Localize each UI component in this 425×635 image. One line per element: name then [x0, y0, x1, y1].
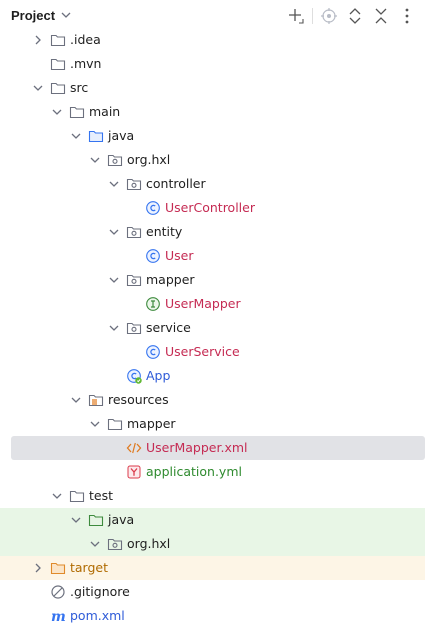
package-icon	[126, 178, 142, 191]
chevron-down-icon[interactable]	[51, 105, 63, 119]
tree-node-label: java	[108, 128, 135, 143]
folder-icon	[69, 490, 85, 503]
maven-icon: m	[51, 609, 66, 625]
folder-icon	[50, 82, 66, 95]
tree-node-application-yml[interactable]: application.yml	[0, 460, 425, 484]
add-icon[interactable]	[286, 6, 306, 26]
tree-node-src[interactable]: src	[0, 76, 425, 100]
toolbar-separator	[312, 8, 313, 24]
tree-node-mapper[interactable]: mapper	[0, 412, 425, 436]
tree-node-mvn[interactable]: .mvn	[0, 52, 425, 76]
tree-node-label: App	[146, 368, 171, 383]
collapse-all-icon[interactable]	[371, 6, 391, 26]
package-icon	[107, 154, 123, 167]
tree-node-target[interactable]: target	[0, 556, 425, 580]
class-icon	[146, 345, 160, 359]
source-folder-icon	[88, 130, 104, 143]
tree-node-label: .mvn	[70, 56, 102, 71]
tree-node-label: pom.xml	[70, 608, 125, 623]
tree-node-label: User	[165, 248, 194, 263]
tree-node-label: service	[146, 320, 191, 335]
tree-node-usermapper-xml[interactable]: UserMapper.xml	[11, 436, 425, 460]
tree-node-label: org.hxl	[127, 152, 171, 167]
more-options-icon[interactable]	[397, 6, 417, 26]
chevron-down-icon[interactable]	[108, 177, 120, 191]
tree-node-label: entity	[146, 224, 183, 239]
test-folder-icon	[88, 514, 104, 527]
tree-node-label: application.yml	[146, 464, 242, 479]
panel-title[interactable]: Project	[11, 8, 55, 23]
expand-all-icon[interactable]	[345, 6, 365, 26]
chevron-down-icon[interactable]	[108, 225, 120, 239]
tree-node-entity[interactable]: entity	[0, 220, 425, 244]
excluded-folder-icon	[50, 562, 66, 575]
chevron-down-icon[interactable]	[70, 513, 82, 527]
tree-node-label: java	[108, 512, 135, 527]
package-icon	[126, 274, 142, 287]
tree-node-service[interactable]: service	[0, 316, 425, 340]
tree-node-user[interactable]: User	[0, 244, 425, 268]
chevron-down-icon[interactable]	[108, 321, 120, 335]
tree-node-label: org.hxl	[127, 536, 171, 551]
tree-node-pom-xml[interactable]: m pom.xml	[0, 604, 425, 628]
tree-node-test[interactable]: test	[0, 484, 425, 508]
ignore-file-icon	[51, 585, 65, 599]
folder-icon	[69, 106, 85, 119]
class-icon	[146, 201, 160, 215]
tree-node-label: UserService	[165, 344, 240, 359]
tree-node-label: UserMapper.xml	[146, 440, 248, 455]
tree-node-label: mapper	[146, 272, 195, 287]
package-icon	[126, 322, 142, 335]
tree-node-label: main	[89, 104, 121, 119]
tree-node-resources[interactable]: resources	[0, 388, 425, 412]
tree-node-label: UserMapper	[165, 296, 241, 311]
tree-node-controller[interactable]: controller	[0, 172, 425, 196]
package-icon	[126, 226, 142, 239]
resources-folder-icon	[88, 394, 104, 407]
yaml-icon	[127, 465, 141, 479]
spring-app-icon	[127, 369, 142, 384]
tree-node-label: src	[70, 80, 89, 95]
chevron-down-icon[interactable]	[108, 273, 120, 287]
tree-node-gitignore[interactable]: .gitignore	[0, 580, 425, 604]
tree-node-mapper[interactable]: mapper	[0, 268, 425, 292]
tree-node-java[interactable]: java	[0, 508, 425, 532]
tree-node-idea[interactable]: .idea	[0, 28, 425, 52]
tree-node-usercontroller[interactable]: UserController	[0, 196, 425, 220]
chevron-down-icon[interactable]	[70, 129, 82, 143]
svg-text:m: m	[51, 609, 66, 625]
tree-node-userservice[interactable]: UserService	[0, 340, 425, 364]
tree-node-usermapper[interactable]: UserMapper	[0, 292, 425, 316]
chevron-down-icon[interactable]	[89, 417, 101, 431]
folder-icon	[50, 58, 66, 71]
tree-node-label: resources	[108, 392, 169, 407]
chevron-right-icon[interactable]	[32, 33, 44, 47]
chevron-down-icon[interactable]	[89, 537, 101, 551]
tree-node-label: .gitignore	[70, 584, 130, 599]
tree-node-app[interactable]: App	[0, 364, 425, 388]
locate-icon[interactable]	[319, 6, 339, 26]
chevron-down-icon[interactable]	[32, 81, 44, 95]
tree-node-main[interactable]: main	[0, 100, 425, 124]
folder-icon	[50, 34, 66, 47]
tree-node-label: UserController	[165, 200, 255, 215]
interface-icon	[146, 297, 160, 311]
tree-node-label: target	[70, 560, 109, 575]
tree-node-java[interactable]: java	[0, 124, 425, 148]
xml-icon	[126, 442, 142, 454]
tree-node-org-hxl[interactable]: org.hxl	[0, 148, 425, 172]
chevron-right-icon[interactable]	[32, 561, 44, 575]
tree-node-label: .idea	[70, 32, 101, 47]
tree-node-label: test	[89, 488, 114, 503]
chevron-down-icon[interactable]	[51, 489, 63, 503]
folder-icon	[107, 418, 123, 431]
tree-node-label: controller	[146, 176, 206, 191]
chevron-down-icon[interactable]	[70, 393, 82, 407]
chevron-down-icon[interactable]	[60, 8, 72, 22]
tree-node-org-hxl[interactable]: org.hxl	[0, 532, 425, 556]
class-icon	[146, 249, 160, 263]
chevron-down-icon[interactable]	[89, 153, 101, 167]
tree-node-label: mapper	[127, 416, 176, 431]
package-icon	[107, 538, 123, 551]
